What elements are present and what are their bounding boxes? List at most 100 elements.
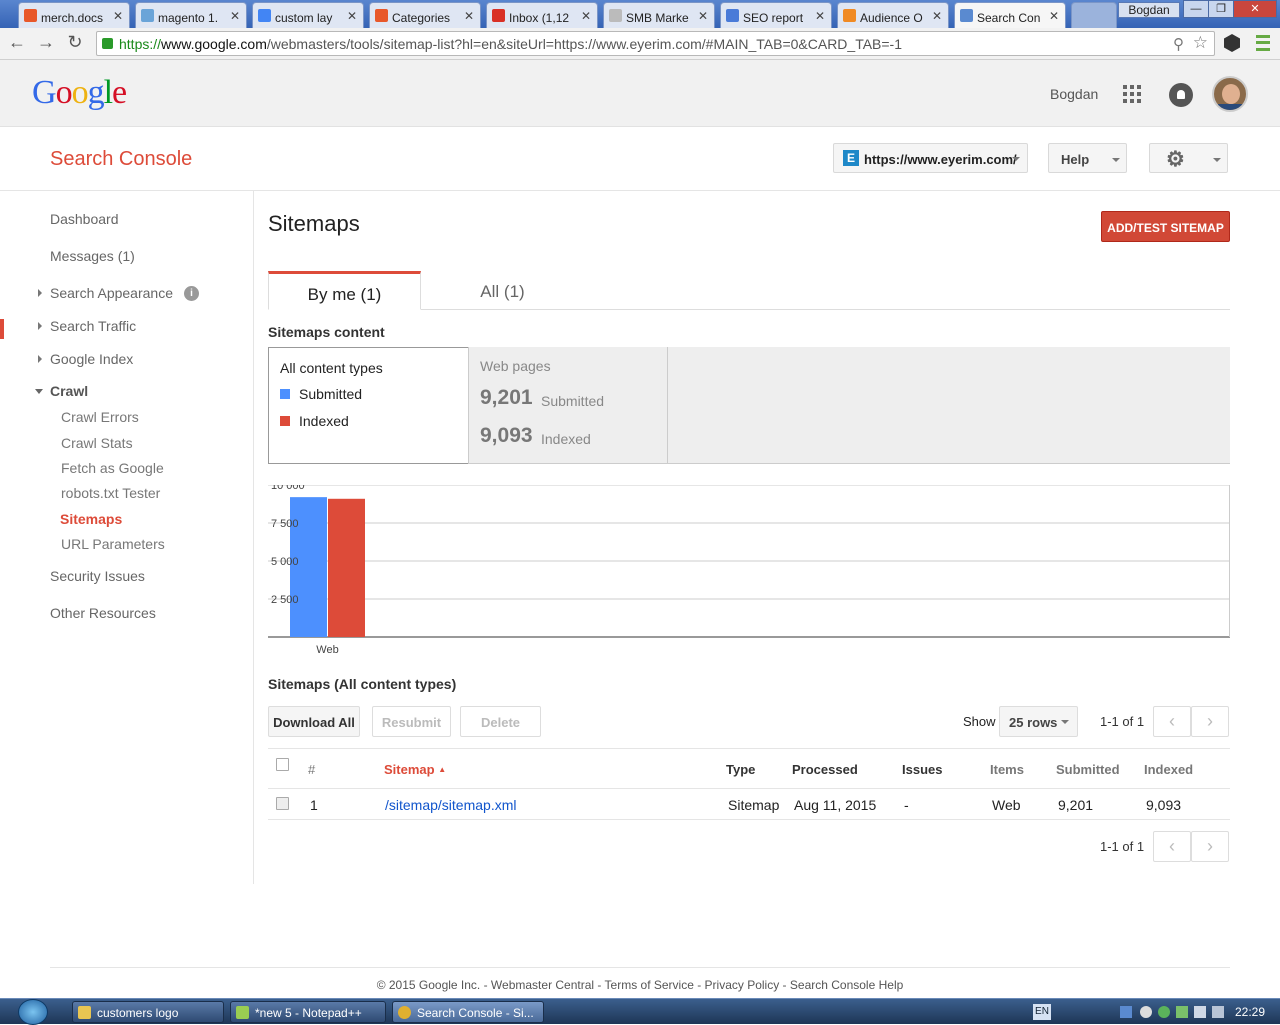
menu-icon[interactable] <box>1256 35 1270 51</box>
close-tab-icon[interactable]: ✕ <box>815 9 825 23</box>
window-profile-name[interactable]: Bogdan <box>1118 2 1180 18</box>
avatar[interactable] <box>1212 76 1248 112</box>
console-title[interactable]: Search Console <box>50 148 192 171</box>
volume-icon[interactable] <box>1194 1006 1206 1018</box>
column-header[interactable]: Items <box>990 762 1024 777</box>
close-tab-icon[interactable]: ✕ <box>698 9 708 23</box>
settings-button[interactable]: ⚙ <box>1149 143 1228 173</box>
clock[interactable]: 22:29 <box>1235 1005 1265 1019</box>
property-selector[interactable]: E https://www.eyerim.com/ <box>833 143 1028 173</box>
sitemap-link[interactable]: /sitemap/sitemap.xml <box>385 797 516 813</box>
browser-tab[interactable]: custom lay ✕ <box>252 2 364 28</box>
info-icon[interactable]: i <box>184 286 199 301</box>
column-header[interactable]: Type <box>726 762 755 777</box>
chevron-down-icon[interactable] <box>35 389 43 394</box>
extension-icon[interactable] <box>1224 34 1240 52</box>
chevron-down-icon <box>1061 720 1069 724</box>
tab-all[interactable]: All (1) <box>426 271 579 310</box>
column-header: # <box>308 762 316 777</box>
language-indicator[interactable]: EN <box>1033 1004 1051 1020</box>
prev-page-button[interactable]: ‹ <box>1153 706 1191 737</box>
sidebar-item-dashboard[interactable]: Dashboard <box>50 211 119 227</box>
column-header[interactable]: Indexed <box>1144 762 1193 777</box>
magento-icon <box>375 9 388 22</box>
chevron-right-icon[interactable] <box>38 322 42 330</box>
chevron-right-icon[interactable] <box>38 355 42 363</box>
browser-tab[interactable]: SEO report ✕ <box>720 2 832 28</box>
browser-tab[interactable]: magento 1. ✕ <box>135 2 247 28</box>
close-tab-icon[interactable]: ✕ <box>347 9 357 23</box>
bookmark-star-icon[interactable]: ☆ <box>1193 33 1208 53</box>
address-bar[interactable]: https://www.google.com/webmasters/tools/… <box>96 31 1215 56</box>
new-tab-button[interactable] <box>1071 2 1117 28</box>
close-tab-icon[interactable]: ✕ <box>230 9 240 23</box>
sidebar-item-search-appearance[interactable]: Search Appearance <box>50 285 173 301</box>
sidebar-item-url-parameters[interactable]: URL Parameters <box>61 536 165 552</box>
window-close-icon[interactable]: ✕ <box>1233 0 1277 18</box>
browser-tab-active[interactable]: Search Con ✕ <box>954 2 1066 28</box>
notifications-bell-icon[interactable] <box>1169 83 1193 107</box>
maximize-icon[interactable]: ❐ <box>1208 0 1234 18</box>
close-tab-icon[interactable]: ✕ <box>1049 9 1059 23</box>
sidebar-item-crawl[interactable]: Crawl <box>50 383 88 399</box>
browser-tab[interactable]: Audience O ✕ <box>837 2 949 28</box>
add-test-sitemap-button[interactable]: ADD/TEST SITEMAP <box>1101 211 1230 242</box>
close-tab-icon[interactable]: ✕ <box>113 9 123 23</box>
browser-tab[interactable]: merch.docs ✕ <box>18 2 130 28</box>
sidebar-item-crawl-errors[interactable]: Crawl Errors <box>61 409 139 425</box>
content-type-legend[interactable]: All content types Submitted Indexed <box>268 347 468 464</box>
tab-by-me[interactable]: By me (1) <box>268 271 421 310</box>
close-tab-icon[interactable]: ✕ <box>464 9 474 23</box>
next-page-button[interactable]: › <box>1191 706 1229 737</box>
column-header[interactable]: Processed <box>792 762 858 777</box>
start-button[interactable] <box>18 999 48 1025</box>
delete-button[interactable]: Delete <box>460 706 541 737</box>
indexed-label: Indexed <box>541 431 591 447</box>
sidebar-item-messages[interactable]: Messages (1) <box>50 248 135 264</box>
google-logo[interactable]: Google <box>32 74 127 112</box>
sidebar-item-crawl-stats[interactable]: Crawl Stats <box>61 435 133 451</box>
back-icon[interactable]: ← <box>6 32 28 53</box>
prev-page-button[interactable]: ‹ <box>1153 831 1191 862</box>
next-page-button[interactable]: › <box>1191 831 1229 862</box>
tray-icon[interactable] <box>1176 1006 1188 1018</box>
sidebar-item-security-issues[interactable]: Security Issues <box>50 568 145 584</box>
help-button[interactable]: Help <box>1048 143 1127 173</box>
tray-icon[interactable] <box>1158 1006 1170 1018</box>
forward-icon[interactable]: → <box>35 32 57 53</box>
column-header-sitemap[interactable]: Sitemap ▲ <box>384 762 446 777</box>
column-header[interactable]: Issues <box>902 762 942 777</box>
sidebar-item-search-traffic[interactable]: Search Traffic <box>50 318 136 334</box>
reload-icon[interactable]: ↻ <box>64 32 86 53</box>
tray-icon[interactable] <box>1212 1006 1224 1018</box>
taskbar-item[interactable]: customers logo <box>72 1001 224 1023</box>
system-tray-icons[interactable] <box>1120 1005 1228 1019</box>
sidebar-item-sitemaps[interactable]: Sitemaps <box>60 511 122 527</box>
browser-tab[interactable]: Inbox (1,12 ✕ <box>486 2 598 28</box>
sidebar-item-robots-tester[interactable]: robots.txt Tester <box>61 485 160 501</box>
download-all-button[interactable]: Download All <box>268 706 360 737</box>
sidebar-item-google-index[interactable]: Google Index <box>50 351 133 367</box>
tray-icon[interactable] <box>1140 1006 1152 1018</box>
rows-per-page-select[interactable]: 25 rows <box>999 706 1078 737</box>
taskbar-item-active[interactable]: Search Console - Si... <box>392 1001 544 1023</box>
network-icon[interactable] <box>1120 1006 1132 1018</box>
sidebar-item-other-resources[interactable]: Other Resources <box>50 605 156 621</box>
user-name[interactable]: Bogdan <box>1050 86 1098 102</box>
row-checkbox[interactable] <box>276 797 289 810</box>
zoom-icon[interactable]: ⚲ <box>1173 35 1184 53</box>
browser-tab[interactable]: SMB Marke ✕ <box>603 2 715 28</box>
apps-grid-icon[interactable] <box>1123 85 1141 103</box>
close-tab-icon[interactable]: ✕ <box>581 9 591 23</box>
web-pages-stats[interactable]: Web pages 9,201 Submitted 9,093 Indexed <box>468 347 1230 464</box>
minimize-icon[interactable]: — <box>1183 0 1209 18</box>
taskbar-item[interactable]: *new 5 - Notepad++ <box>230 1001 386 1023</box>
chevron-right-icon[interactable] <box>38 289 42 297</box>
resubmit-button[interactable]: Resubmit <box>372 706 451 737</box>
footer-links[interactable]: © 2015 Google Inc. - Webmaster Central -… <box>50 967 1230 992</box>
column-header[interactable]: Submitted <box>1056 762 1120 777</box>
sidebar-item-fetch-as-google[interactable]: Fetch as Google <box>61 460 164 476</box>
close-tab-icon[interactable]: ✕ <box>932 9 942 23</box>
select-all-checkbox[interactable] <box>276 758 289 771</box>
browser-tab[interactable]: Categories ✕ <box>369 2 481 28</box>
